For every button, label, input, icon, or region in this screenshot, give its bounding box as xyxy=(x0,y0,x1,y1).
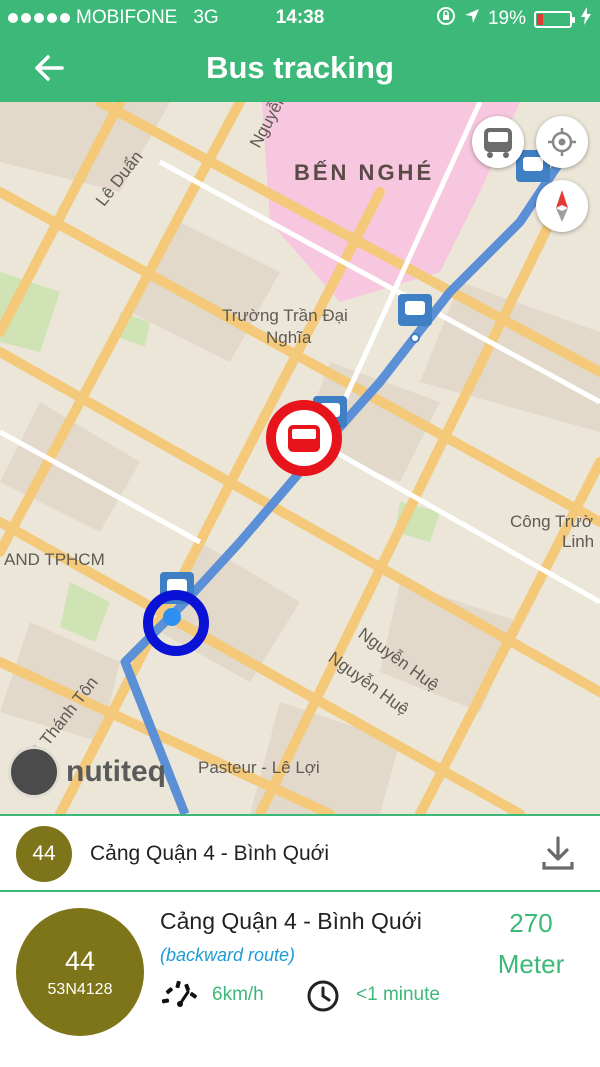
page-title: Bus tracking xyxy=(206,50,394,85)
location-arrow-icon xyxy=(464,8,480,30)
bus-filter-icon xyxy=(484,128,512,158)
place-label: Pasteur - Lê Lợi xyxy=(198,758,320,777)
compass-button[interactable] xyxy=(536,180,588,232)
distance-box: 270 Meter xyxy=(476,908,586,980)
selected-route-bar[interactable]: 44 Cảng Quận 4 - Bình Quới xyxy=(0,814,600,892)
district-label: BẾN NGHÉ xyxy=(294,160,435,185)
map-view[interactable]: BẾN NGHÉ Trường Trần Đại Nghĩa Công Trườ… xyxy=(0,102,600,814)
charging-icon xyxy=(580,7,592,31)
map-canvas xyxy=(0,102,600,814)
globe-icon xyxy=(8,746,60,798)
place-label: AND TPHCM xyxy=(4,550,105,569)
bus-badge: 44 53N4128 xyxy=(16,908,144,1036)
download-button[interactable] xyxy=(540,834,576,874)
attribution-label: nutiteq xyxy=(66,755,166,788)
compass-icon xyxy=(556,190,568,222)
locate-button[interactable] xyxy=(536,116,588,168)
bus-eta: <1 minute xyxy=(356,984,440,1005)
nav-bar: Bus tracking xyxy=(0,34,600,102)
route-direction: (backward route) xyxy=(160,945,296,965)
clock-icon xyxy=(307,980,339,1012)
bus-plate: 53N4128 xyxy=(47,981,113,998)
current-bus-marker[interactable] xyxy=(266,400,342,476)
route-number-badge: 44 xyxy=(16,826,72,882)
status-right: 19% xyxy=(436,6,592,32)
status-bar: MOBIFONE 3G 14:38 19% xyxy=(0,0,600,34)
speedometer-icon xyxy=(161,980,198,1007)
battery-percent: 19% xyxy=(487,8,526,29)
distance-unit: Meter xyxy=(497,949,565,979)
bus-tracking-screen: MOBIFONE 3G 14:38 19% Bus tracking BẾN N… xyxy=(0,0,600,1067)
place-label: Trường Trần Đại xyxy=(222,306,348,325)
bus-route-number: 44 xyxy=(64,946,96,976)
locate-icon xyxy=(548,128,576,156)
bus-stop-icon[interactable] xyxy=(398,294,432,343)
rotation-lock-icon xyxy=(436,6,456,32)
place-label: Nghĩa xyxy=(266,328,312,347)
bus-filter-button[interactable] xyxy=(472,116,524,168)
distance-value: 270 xyxy=(509,908,553,938)
bus-speed: 6km/h xyxy=(212,984,264,1005)
route-name: Cảng Quận 4 - Bình Quới xyxy=(90,842,330,865)
place-label: Linh xyxy=(562,532,595,551)
top-bar: MOBIFONE 3G 14:38 19% Bus tracking xyxy=(0,0,600,102)
bus-detail-panel[interactable]: 44 53N4128 Cảng Quận 4 - Bình Quới (back… xyxy=(0,892,600,1067)
bus-route-name: Cảng Quận 4 - Bình Quới xyxy=(160,908,422,934)
battery-icon xyxy=(534,10,575,28)
map-attribution: nutiteq xyxy=(8,746,166,798)
place-label: Công Trườ xyxy=(510,512,593,531)
download-icon xyxy=(542,836,574,870)
